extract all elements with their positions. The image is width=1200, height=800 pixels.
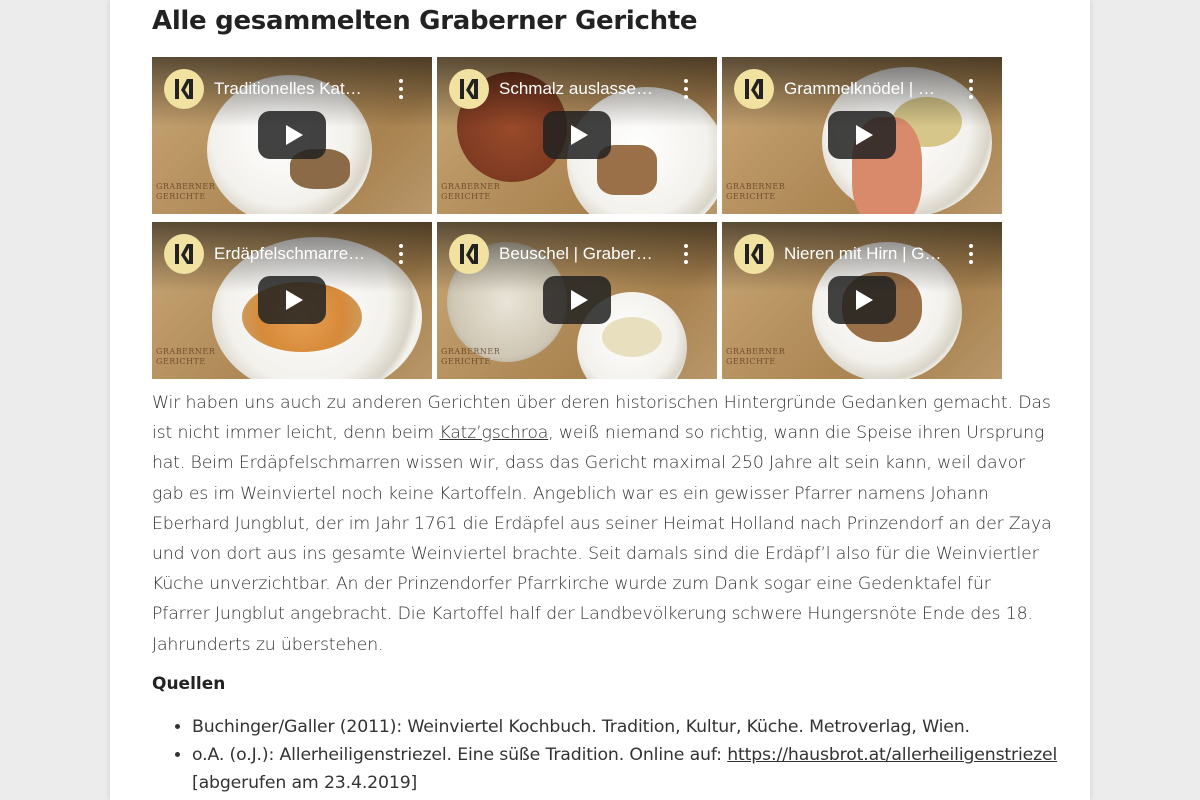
video-embed[interactable]: Traditionelles Kat… GRABERNER GERICHTE [152,57,432,214]
brand-watermark: GRABERNER GERICHTE [441,182,501,201]
video-title[interactable]: Grammelknödel | … [784,79,954,99]
brand-watermark: GRABERNER GERICHTE [156,182,216,201]
paragraph-text: , weiß niemand so richtig, wann die Spei… [152,423,1052,655]
more-options-icon[interactable] [683,79,689,99]
video-embed[interactable]: Beuschel | Graber… GRABERNER GERICHTE [437,222,717,379]
content-card: Alle gesammelten Graberner Gerichte Trad… [110,0,1090,800]
video-embed[interactable]: Schmalz auslasse… GRABERNER GERICHTE [437,57,717,214]
play-icon[interactable] [543,276,611,324]
channel-logo-icon[interactable] [734,234,774,274]
more-options-icon[interactable] [968,244,974,264]
brand-watermark: GRABERNER GERICHTE [156,347,216,366]
more-options-icon[interactable] [398,244,404,264]
video-embed[interactable]: Grammelknödel | … GRABERNER GERICHTE [722,57,1002,214]
play-icon[interactable] [828,111,896,159]
source-item: o.A. (o.J.): Allerheiligenstriezel. Eine… [192,741,1092,797]
video-embed[interactable]: Nieren mit Hirn | G… GRABERNER GERICHTE [722,222,1002,379]
source-text: Buchinger/Galler (2011): Weinviertel Koc… [192,717,970,737]
video-title[interactable]: Traditionelles Kat… [214,79,384,99]
play-icon[interactable] [543,111,611,159]
channel-logo-icon[interactable] [449,69,489,109]
video-title[interactable]: Erdäpfelschmarre… [214,244,384,264]
katzgschroa-link[interactable]: Katz’gschroa [439,423,548,443]
source-text: [abgerufen am 23.4.2019] [192,773,418,793]
channel-logo-icon[interactable] [164,69,204,109]
brand-watermark: GRABERNER GERICHTE [726,347,786,366]
video-grid: Traditionelles Kat… GRABERNER GERICHTE S… [152,57,1012,379]
play-icon[interactable] [828,276,896,324]
more-options-icon[interactable] [968,79,974,99]
more-options-icon[interactable] [398,79,404,99]
video-embed[interactable]: Erdäpfelschmarre… GRABERNER GERICHTE [152,222,432,379]
brand-watermark: GRABERNER GERICHTE [726,182,786,201]
channel-logo-icon[interactable] [449,234,489,274]
more-options-icon[interactable] [683,244,689,264]
sources-list: Buchinger/Galler (2011): Weinviertel Koc… [152,713,1092,797]
page-title: Alle gesammelten Graberner Gerichte [152,6,698,36]
video-title[interactable]: Schmalz auslasse… [499,79,669,99]
brand-watermark: GRABERNER GERICHTE [441,347,501,366]
history-paragraph: Wir haben uns auch zu anderen Gerichten … [152,388,1052,660]
video-title[interactable]: Nieren mit Hirn | G… [784,244,954,264]
channel-logo-icon[interactable] [734,69,774,109]
source-item: Buchinger/Galler (2011): Weinviertel Koc… [192,713,1092,741]
video-title[interactable]: Beuschel | Graber… [499,244,669,264]
play-icon[interactable] [258,276,326,324]
hausbrot-link[interactable]: https://hausbrot.at/allerheiligenstrieze… [727,745,1057,765]
channel-logo-icon[interactable] [164,234,204,274]
play-icon[interactable] [258,111,326,159]
sources-heading: Quellen [152,674,226,694]
source-text: o.A. (o.J.): Allerheiligenstriezel. Eine… [192,745,728,765]
